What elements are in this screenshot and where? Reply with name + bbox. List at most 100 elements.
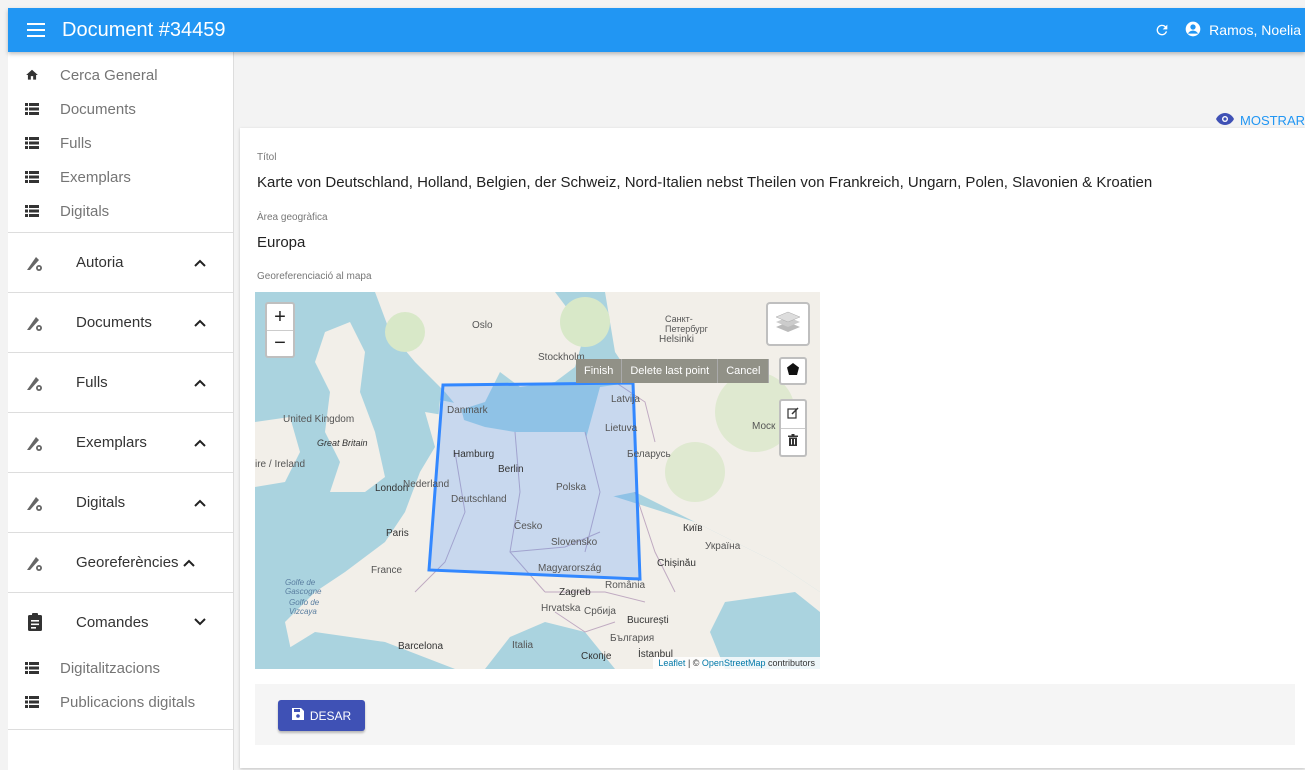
osm-link[interactable]: OpenStreetMap	[702, 658, 766, 668]
sidebar-item-label: Digitalitzacions	[60, 659, 161, 677]
sidebar-item-label: Documents	[60, 100, 136, 118]
sidebar-item-exemplars[interactable]: Exemplars	[8, 160, 233, 194]
edit-settings-icon	[24, 252, 46, 274]
sidebar-item-cerca-general[interactable]: Cerca General	[8, 58, 233, 92]
map-label-belarus: Беларусь	[627, 449, 671, 460]
app-bar: Document #34459 Ramos, Noelia	[8, 8, 1305, 52]
show-button-label: MOSTRAR	[1240, 113, 1305, 128]
map-label-bucuresti: București	[627, 615, 669, 626]
map-label-moskva: Моск	[752, 421, 776, 432]
sidebar-group-georeferencies[interactable]: Georeferències	[8, 533, 233, 593]
zoom-out-button[interactable]: −	[267, 330, 293, 356]
chevron-up-icon	[193, 496, 207, 510]
sidebar-item-digitals[interactable]: Digitals	[8, 194, 233, 228]
chevron-down-icon	[193, 615, 207, 629]
menu-icon[interactable]	[16, 8, 56, 52]
user-name: Ramos, Noelia	[1209, 22, 1301, 38]
sidebar-item-label: Exemplars	[60, 168, 131, 186]
sidebar-item-label: Cerca General	[60, 66, 158, 84]
account-icon	[1185, 21, 1201, 40]
edit-icon	[787, 406, 799, 424]
map-label-danmark: Danmark	[447, 405, 488, 416]
attribution-separator: | ©	[685, 658, 702, 668]
trash-icon	[788, 433, 798, 451]
sidebar-group-documents[interactable]: Documents	[8, 293, 233, 353]
sidebar-item-publicacions-digitals[interactable]: Publicacions digitals	[8, 685, 233, 719]
clipboard-icon	[24, 611, 46, 633]
user-menu[interactable]: Ramos, Noelia	[1185, 21, 1301, 40]
map-label-chisinau: Chișinău	[657, 558, 696, 569]
sidebar-group-comandes[interactable]: Comandes	[8, 593, 233, 651]
sidebar-group-label: Documents	[76, 314, 152, 331]
map-label-nederland: Nederland	[403, 479, 450, 490]
map-label-srbija: Србија	[584, 606, 616, 617]
edit-toolbar	[779, 399, 807, 457]
georeference-map[interactable]: Oslo Stockholm Helsinki Санкт-Петербург …	[255, 292, 820, 669]
sidebar-group-label: Georeferències	[76, 554, 179, 571]
form-actions: DESAR	[255, 684, 1295, 745]
layers-button[interactable]	[766, 302, 810, 346]
map-label-barcelona: Barcelona	[398, 641, 444, 652]
draw-polygon-button[interactable]	[779, 357, 807, 385]
sidebar-group-label: Exemplars	[76, 434, 147, 451]
leaflet-link[interactable]: Leaflet	[658, 658, 685, 668]
map-label-france: France	[371, 565, 403, 576]
sidebar-item-fulls[interactable]: Fulls	[8, 126, 233, 160]
divider	[8, 729, 233, 730]
edit-settings-icon	[24, 312, 46, 334]
cancel-draw-button[interactable]: Cancel	[718, 359, 770, 383]
map-label-golfe: Golfe de Gascogne	[285, 578, 322, 596]
attribution-tail: contributors	[765, 658, 815, 668]
map-label-deutschland: Deutschland	[451, 494, 507, 505]
list-icon	[24, 660, 40, 676]
list-icon	[24, 135, 40, 151]
sidebar: Cerca General Documents Fulls Exemplars …	[8, 52, 234, 770]
area-value[interactable]: Europa	[257, 234, 305, 251]
show-button[interactable]: MOSTRAR	[1216, 113, 1305, 128]
sidebar-item-label: Publicacions digitals	[60, 693, 196, 711]
map-label-hamburg: Hamburg	[453, 449, 495, 460]
delete-layers-button[interactable]	[781, 428, 805, 455]
map-label-helsinki: Helsinki	[659, 334, 695, 345]
map-label-berlin: Berlin	[498, 464, 524, 475]
draw-actions: Finish Delete last point Cancel	[576, 359, 770, 383]
map-label-spb: Санкт-Петербург	[665, 314, 708, 334]
edit-settings-icon	[24, 552, 46, 574]
sidebar-group-label: Comandes	[76, 613, 149, 631]
save-button[interactable]: DESAR	[278, 700, 365, 731]
save-icon	[291, 708, 304, 723]
sidebar-group-exemplars[interactable]: Exemplars	[8, 413, 233, 473]
map-label-kyiv: Київ	[683, 523, 703, 534]
map-label-romania: România	[605, 580, 646, 591]
polygon-icon	[787, 362, 799, 380]
page-title: Document #34459	[62, 18, 226, 41]
map-label-polska: Polska	[556, 482, 587, 493]
refresh-icon[interactable]	[1147, 15, 1177, 45]
zoom-control: + −	[265, 302, 295, 358]
sidebar-item-digitalitzacions[interactable]: Digitalitzacions	[8, 651, 233, 685]
area-label: Àrea geogràfica	[257, 212, 328, 223]
chevron-up-icon	[193, 316, 207, 330]
list-icon	[24, 694, 40, 710]
edit-settings-icon	[24, 372, 46, 394]
delete-last-point-button[interactable]: Delete last point	[622, 359, 719, 383]
chevron-up-icon	[193, 376, 207, 390]
sidebar-group-fulls[interactable]: Fulls	[8, 353, 233, 413]
map-label-golfo: Golfo de Vizcaya	[289, 598, 320, 616]
map-label-slovensko: Slovensko	[551, 537, 598, 548]
map-label-magyar: Magyarország	[538, 563, 602, 574]
chevron-up-icon	[193, 436, 207, 450]
edit-layers-button[interactable]	[781, 401, 805, 428]
map-label-ireland: ire / Ireland	[255, 459, 306, 470]
map-label-ukraina: Україна	[705, 541, 741, 552]
sidebar-group-autoria[interactable]: Autoria	[8, 233, 233, 293]
layers-icon	[775, 310, 801, 339]
sidebar-group-digitals[interactable]: Digitals	[8, 473, 233, 533]
finish-button[interactable]: Finish	[576, 359, 623, 383]
sidebar-group-label: Digitals	[76, 494, 126, 511]
map-attribution: Leaflet | © OpenStreetMap contributors	[653, 657, 820, 669]
sidebar-item-documents[interactable]: Documents	[8, 92, 233, 126]
sidebar-group-label: Fulls	[76, 374, 108, 391]
zoom-in-button[interactable]: +	[267, 304, 293, 330]
title-value[interactable]: Karte von Deutschland, Holland, Belgien,…	[257, 174, 1152, 191]
